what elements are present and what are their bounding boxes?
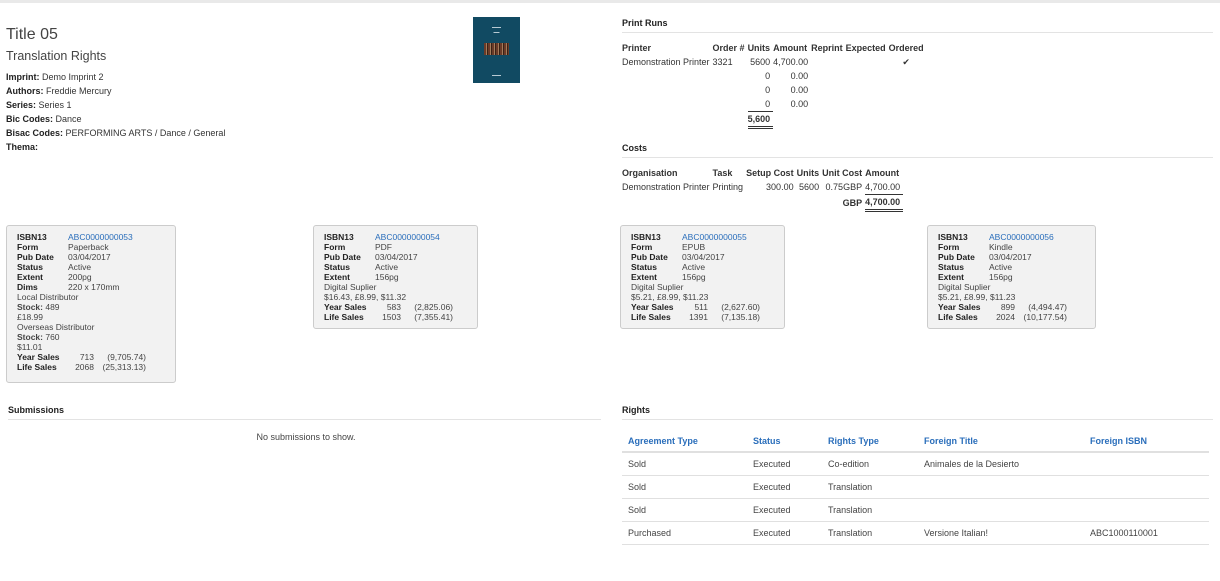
total-currency: GBP <box>842 197 863 208</box>
distributor-stock: Stock: 760 <box>17 332 60 342</box>
isbn-link[interactable]: ABC0000000055 <box>682 232 747 242</box>
total-amount: 4,700.00 <box>865 194 904 212</box>
life-sales: Life Sales 1503 (7,355.41) <box>324 312 453 322</box>
column-header-foreign-title[interactable]: Foreign Title <box>918 431 1084 453</box>
table-row[interactable]: Demonstration Printer Printing 300.00 56… <box>622 180 903 195</box>
submissions-heading: Submissions <box>8 405 601 420</box>
year-sales: Year Sales 511 (2,627.60) <box>631 302 760 312</box>
isbn-link[interactable]: ABC0000000054 <box>375 232 440 242</box>
supplier-prices: $16.43, £8.99, $11.32 <box>324 292 407 302</box>
top-divider <box>0 0 1220 3</box>
rights-table: Agreement Type Status Rights Type Foreig… <box>622 431 1209 545</box>
supplier-prices: $5.21, £8.99, $11.23 <box>938 292 1016 302</box>
isbn-link[interactable]: ABC0000000053 <box>68 232 133 242</box>
no-submissions-message: No submissions to show. <box>256 432 356 442</box>
life-sales: Life Sales 2024 (10,177.54) <box>938 312 1067 322</box>
table-row[interactable]: 0 0.00 <box>622 97 927 112</box>
table-header-row: Printer Order # Units Amount Reprint Exp… <box>622 43 924 53</box>
column-header-status[interactable]: Status <box>747 431 822 453</box>
meta-series: Series: Series 1 <box>6 100 72 110</box>
table-header-row: Organisation Task Setup Cost Units Unit … <box>622 168 900 178</box>
agreement-link[interactable]: Sold <box>622 452 747 476</box>
product-card-paperback: ISBN13 ABC0000000053 Form Paperback Pub Da… <box>6 225 176 383</box>
cover-text-line: ▬▬ <box>493 30 500 34</box>
cover-text-line: ▬▬▬ <box>492 25 501 29</box>
isbn-link[interactable]: ABC0000000056 <box>989 232 1054 242</box>
distributor-price: $11.01 <box>17 342 43 352</box>
meta-thema: Thema: <box>6 142 39 152</box>
product-card-pdf: ISBN13 ABC0000000054 Form PDF Pub Date 03/0… <box>313 225 478 329</box>
table-row[interactable]: 0 0.00 <box>622 83 927 97</box>
print-runs-table: Printer Order # Units Amount Reprint Exp… <box>622 43 927 129</box>
year-sales: Year Sales 899 (4,494.47) <box>938 302 1067 312</box>
column-header-rights-type[interactable]: Rights Type <box>822 431 918 453</box>
year-sales: Year Sales 713 (9,705.74) <box>17 352 146 362</box>
distributor-name: Local Distributor <box>17 292 79 302</box>
total-units: 5,600 <box>747 111 774 129</box>
ordered-check-icon: ✔ <box>902 56 910 67</box>
distributor-price: £18.99 <box>17 312 43 322</box>
meta-authors: Authors: Freddie Mercury <box>6 86 112 96</box>
table-row[interactable]: Sold Executed Translation <box>622 498 1209 522</box>
table-row[interactable]: Demonstration Printer 3321 5600 4,700.00… <box>622 55 927 69</box>
total-row: GBP 4,700.00 <box>622 194 904 212</box>
meta-bic: Bic Codes: Dance <box>6 114 82 124</box>
print-runs-heading: Print Runs <box>622 18 1213 33</box>
cover-text-line: ▬▬▬ <box>492 73 501 77</box>
distributor-stock: Stock: 489 <box>17 302 60 312</box>
table-row[interactable]: Sold Executed Co-edition Animales de la … <box>622 452 1209 476</box>
supplier-name: Digital Suplier <box>938 282 991 292</box>
year-sales: Year Sales 583 (2,825.06) <box>324 302 453 312</box>
column-header-agreement[interactable]: Agreement Type <box>622 431 747 453</box>
life-sales: Life Sales 2068 (25,313.13) <box>17 362 146 372</box>
agreement-link[interactable]: Purchased <box>622 521 747 545</box>
product-card-epub: ISBN13 ABC0000000055 Form EPUB Pub Date 03/… <box>620 225 785 329</box>
supplier-prices: $5.21, £8.99, $11.23 <box>631 292 709 302</box>
agreement-link[interactable]: Sold <box>622 498 747 522</box>
column-header-foreign-isbn[interactable]: Foreign ISBN <box>1084 431 1209 453</box>
meta-imprint: Imprint: Demo Imprint 2 <box>6 72 104 82</box>
page-subtitle: Translation Rights <box>6 49 107 63</box>
table-row[interactable]: Purchased Executed Translation Versione … <box>622 521 1209 545</box>
table-header-row: Agreement Type Status Rights Type Foreig… <box>622 431 1209 453</box>
costs-heading: Costs <box>622 143 1213 158</box>
supplier-name: Digital Suplier <box>631 282 684 292</box>
distributor-name: Overseas Distributor <box>17 322 95 332</box>
book-cover-image[interactable]: ▬▬▬ ▬▬ ▬▬▬ <box>473 17 520 83</box>
table-row[interactable]: 0 0.00 <box>622 69 927 83</box>
page-title: Title 05 <box>6 26 58 43</box>
agreement-link[interactable]: Sold <box>622 475 747 499</box>
costs-table: Organisation Task Setup Cost Units Unit … <box>622 168 904 212</box>
table-row[interactable]: Sold Executed Translation <box>622 475 1209 499</box>
title-metadata: Imprint: Demo Imprint 2 Authors: Freddie… <box>6 70 225 154</box>
product-card-kindle: ISBN13 ABC0000000056 Form Kindle Pub Date 0… <box>927 225 1096 329</box>
life-sales: Life Sales 1391 (7,135.18) <box>631 312 760 322</box>
cover-illustration <box>484 43 509 55</box>
supplier-name: Digital Suplier <box>324 282 377 292</box>
meta-bisac: Bisac Codes: PERFORMING ARTS / Dance / G… <box>6 128 226 138</box>
rights-heading: Rights <box>622 405 1213 420</box>
total-row: 5,600 <box>622 111 927 129</box>
